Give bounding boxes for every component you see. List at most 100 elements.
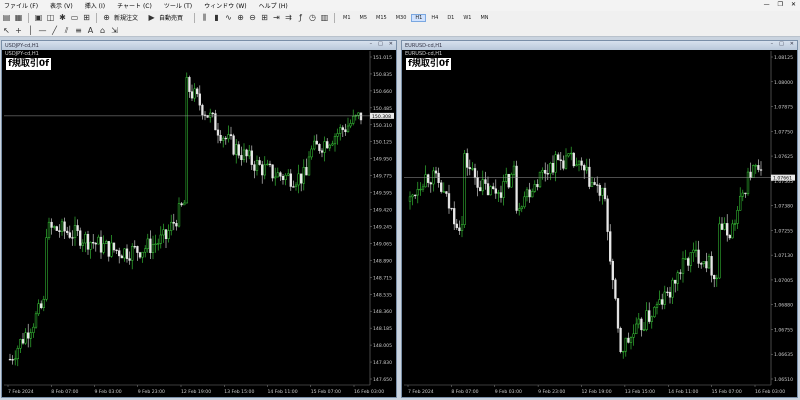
candle-body xyxy=(105,241,108,244)
channel-icon[interactable]: ⫽ xyxy=(62,26,71,35)
tile-windows-icon[interactable]: ⊞ xyxy=(260,13,269,22)
candle-body xyxy=(635,323,638,335)
candle-body xyxy=(229,134,233,136)
menu-charts[interactable]: チャート (C) xyxy=(117,1,152,10)
candle-body xyxy=(326,141,329,149)
templates-icon[interactable]: ▥ xyxy=(320,13,329,22)
candle-body xyxy=(731,223,734,239)
candle-body xyxy=(352,115,355,124)
candle-body xyxy=(133,246,136,248)
zoom-out-icon[interactable]: ⊖ xyxy=(248,13,257,22)
candle-body xyxy=(414,194,417,197)
date-tick-label: 12 Feb 19:00 xyxy=(181,389,211,395)
profiles-icon[interactable]: ▦ xyxy=(14,13,23,22)
menu-insert[interactable]: 挿入 (I) xyxy=(85,1,105,10)
candle-body xyxy=(544,169,547,174)
candle-chart-icon[interactable]: ▮ xyxy=(212,13,221,22)
menu-file[interactable]: ファイル (F) xyxy=(4,1,38,10)
drawing-toolbar: ↖ + │ — ╱ ⫽ ≡ A ⌂ ⇲ xyxy=(0,24,800,37)
candle-body xyxy=(710,256,713,276)
candle-body xyxy=(512,165,516,175)
price-tick-label: 149.950 xyxy=(373,157,392,163)
chart-window-usdjpy[interactable]: USDJPY-cd,H1 – □ ✕ USDJPY-cd,H1 f規取引0f 151… xyxy=(1,40,397,398)
text-icon[interactable]: A xyxy=(86,26,95,35)
cursor-icon[interactable]: ↖ xyxy=(2,26,11,35)
timeframe-h4[interactable]: H4 xyxy=(428,15,441,21)
navigator-icon[interactable]: ✱ xyxy=(58,13,67,22)
candle-body xyxy=(349,123,352,127)
auto-trade-icon[interactable]: ▶ xyxy=(147,13,156,22)
menu-window[interactable]: ウィンドウ (W) xyxy=(204,1,247,10)
candle-body xyxy=(689,252,692,266)
candle-body xyxy=(632,333,635,338)
timeframe-m1[interactable]: M1 xyxy=(340,15,354,21)
fibonacci-icon[interactable]: ≡ xyxy=(74,26,83,35)
candle-body xyxy=(736,210,739,224)
new-chart-icon[interactable]: ▤ xyxy=(2,13,11,22)
line-chart-icon[interactable]: ∿ xyxy=(224,13,233,22)
timeframe-h1[interactable]: H1 xyxy=(411,13,427,22)
timeframe-mn[interactable]: MN xyxy=(477,15,491,21)
timeframe-m15[interactable]: M15 xyxy=(373,15,390,21)
candle-body xyxy=(601,187,604,196)
chart-shift-icon[interactable]: ⇥ xyxy=(272,13,281,22)
zoom-in-icon[interactable]: ⊕ xyxy=(236,13,245,22)
menu-help[interactable]: ヘルプ (H) xyxy=(259,1,288,10)
candle-body xyxy=(713,275,716,280)
price-tick-label: 1.07005 xyxy=(774,278,793,284)
candle-body xyxy=(733,223,737,225)
candle-body xyxy=(429,182,432,185)
menu-tools[interactable]: ツール (T) xyxy=(164,1,192,10)
market-watch-icon[interactable]: ▣ xyxy=(34,13,43,22)
timeframe-d1[interactable]: D1 xyxy=(444,15,457,21)
new-order-icon[interactable]: ⊕ xyxy=(102,13,111,22)
vertical-line-icon[interactable]: │ xyxy=(26,26,35,35)
candle-body xyxy=(692,249,695,253)
auto-trade-button[interactable]: 自動売買 xyxy=(159,13,183,22)
label-icon[interactable]: ⌂ xyxy=(98,26,107,35)
candle-body xyxy=(668,291,672,298)
candle-body xyxy=(528,189,531,198)
price-tick-label: 150.835 xyxy=(373,72,392,78)
candle-body xyxy=(671,279,674,298)
data-window-icon[interactable]: ◫ xyxy=(46,13,55,22)
bar-chart-icon[interactable]: ⫼ xyxy=(200,13,209,22)
candle-body xyxy=(258,160,261,165)
candle-body xyxy=(341,127,344,130)
candle-body xyxy=(603,187,607,200)
crosshair-icon[interactable]: + xyxy=(14,26,23,35)
minimize-button[interactable]: — xyxy=(764,1,770,8)
candle-body xyxy=(507,173,510,188)
timeframe-m30[interactable]: M30 xyxy=(393,15,410,21)
candle-body xyxy=(453,208,456,225)
restore-button[interactable]: ❐ xyxy=(778,1,783,8)
candle-body xyxy=(497,192,500,194)
trendline-icon[interactable]: ╱ xyxy=(50,26,59,35)
chart-window-eurusd[interactable]: EURUSD-cd,H1 – □ ✕ EURUSD-cd,H1 f規取引0f 1.0… xyxy=(401,40,798,398)
autoscroll-icon[interactable]: ⇉ xyxy=(284,13,293,22)
menu-view[interactable]: 表示 (V) xyxy=(50,1,73,10)
new-order-button[interactable]: 新規注文 xyxy=(114,13,138,22)
candlestick-chart[interactable]: 1.081251.080001.078751.077501.076251.075… xyxy=(402,41,797,397)
date-tick-label: 9 Feb 23:00 xyxy=(538,389,565,395)
candle-body xyxy=(19,339,22,349)
arrows-icon[interactable]: ⇲ xyxy=(110,26,119,35)
price-tick-label: 148.890 xyxy=(373,258,392,264)
candle-body xyxy=(463,153,466,225)
periods-icon[interactable]: ◷ xyxy=(308,13,317,22)
tester-icon[interactable]: ⊞ xyxy=(82,13,91,22)
candle-body xyxy=(302,167,305,184)
close-button[interactable]: ✕ xyxy=(791,1,796,8)
timeframe-w1[interactable]: W1 xyxy=(460,15,474,21)
candle-body xyxy=(118,250,121,257)
candle-body xyxy=(177,203,181,227)
terminal-icon[interactable]: ▭ xyxy=(70,13,79,22)
candle-body xyxy=(588,166,591,187)
price-tick-label: 150.125 xyxy=(373,140,392,146)
candle-body xyxy=(518,208,521,211)
indicators-icon[interactable]: ƒ xyxy=(296,13,305,22)
horizontal-line-icon[interactable]: — xyxy=(38,26,47,35)
candlestick-chart[interactable]: 151.015 150.835 150.660 150.485 150.310 150.1… xyxy=(2,41,396,397)
candle-body xyxy=(193,88,196,99)
timeframe-m5[interactable]: M5 xyxy=(357,15,371,21)
